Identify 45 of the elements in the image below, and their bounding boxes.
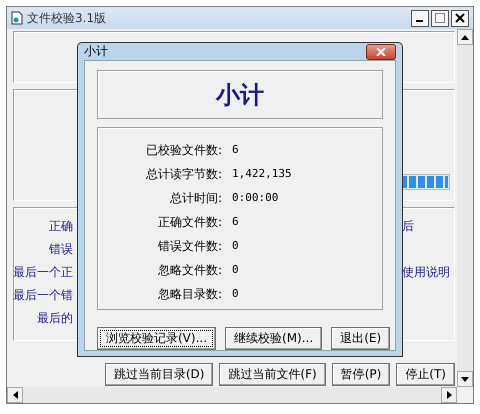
action-button[interactable]: 暂停(P) (332, 363, 390, 386)
stat-value: 0:00:00 (232, 190, 280, 206)
result-label: 错误 (49, 241, 73, 257)
dialog-button[interactable]: 退出(E) (331, 327, 390, 350)
stat-label: 忽略文件数: (156, 262, 222, 278)
stat-value: 0 (232, 262, 240, 278)
stat-value: 1,422,135 (232, 166, 293, 182)
down-arrow-icon (461, 376, 469, 382)
result-label: 正确 (49, 218, 73, 234)
maximize-button[interactable] (431, 10, 449, 26)
maximize-icon (435, 13, 445, 23)
stat-label: 正确文件数: (156, 214, 222, 230)
stat-value: 0 (232, 286, 240, 302)
action-button[interactable]: 跳过当前文件(F) (219, 363, 326, 386)
stat-label: 总计读字节数: (144, 166, 222, 182)
dialog-heading: 小计 (97, 70, 383, 119)
result-label: 最后一个正 (13, 264, 73, 280)
close-button[interactable] (451, 10, 469, 26)
stat-value: 6 (232, 142, 240, 158)
side-label: 使用说明 (402, 264, 451, 280)
result-label: 最后的 (37, 310, 73, 326)
stat-label: 总计时间: (168, 190, 222, 206)
document-icon (11, 11, 23, 25)
close-icon (455, 13, 465, 23)
minimize-button[interactable] (411, 10, 429, 26)
side-label: 后 (402, 218, 415, 234)
left-arrow-icon (12, 391, 18, 399)
close-icon (376, 48, 386, 56)
up-arrow-icon (461, 34, 469, 40)
dialog-button[interactable]: 继续校验(M)... (225, 327, 322, 350)
dialog-title: 小计 (84, 43, 108, 60)
stat-label: 错误文件数: (156, 238, 222, 254)
horizontal-scrollbar[interactable] (7, 387, 457, 403)
stat-value: 0 (232, 238, 240, 254)
result-label: 最后一个错 (13, 287, 73, 303)
window-title: 文件校验3.1版 (27, 10, 108, 26)
stat-label: 已校验文件数: (144, 142, 222, 158)
dialog-button[interactable]: 浏览校验记录(V)... (97, 327, 216, 350)
vertical-scrollbar[interactable] (457, 29, 473, 387)
stat-label: 忽略目录数: (156, 286, 222, 302)
stat-value: 6 (232, 214, 240, 230)
action-button[interactable]: 停止(T) (396, 363, 455, 386)
right-arrow-icon (446, 391, 452, 399)
close-button[interactable] (366, 44, 396, 60)
action-button[interactable]: 跳过当前目录(D) (104, 363, 214, 386)
